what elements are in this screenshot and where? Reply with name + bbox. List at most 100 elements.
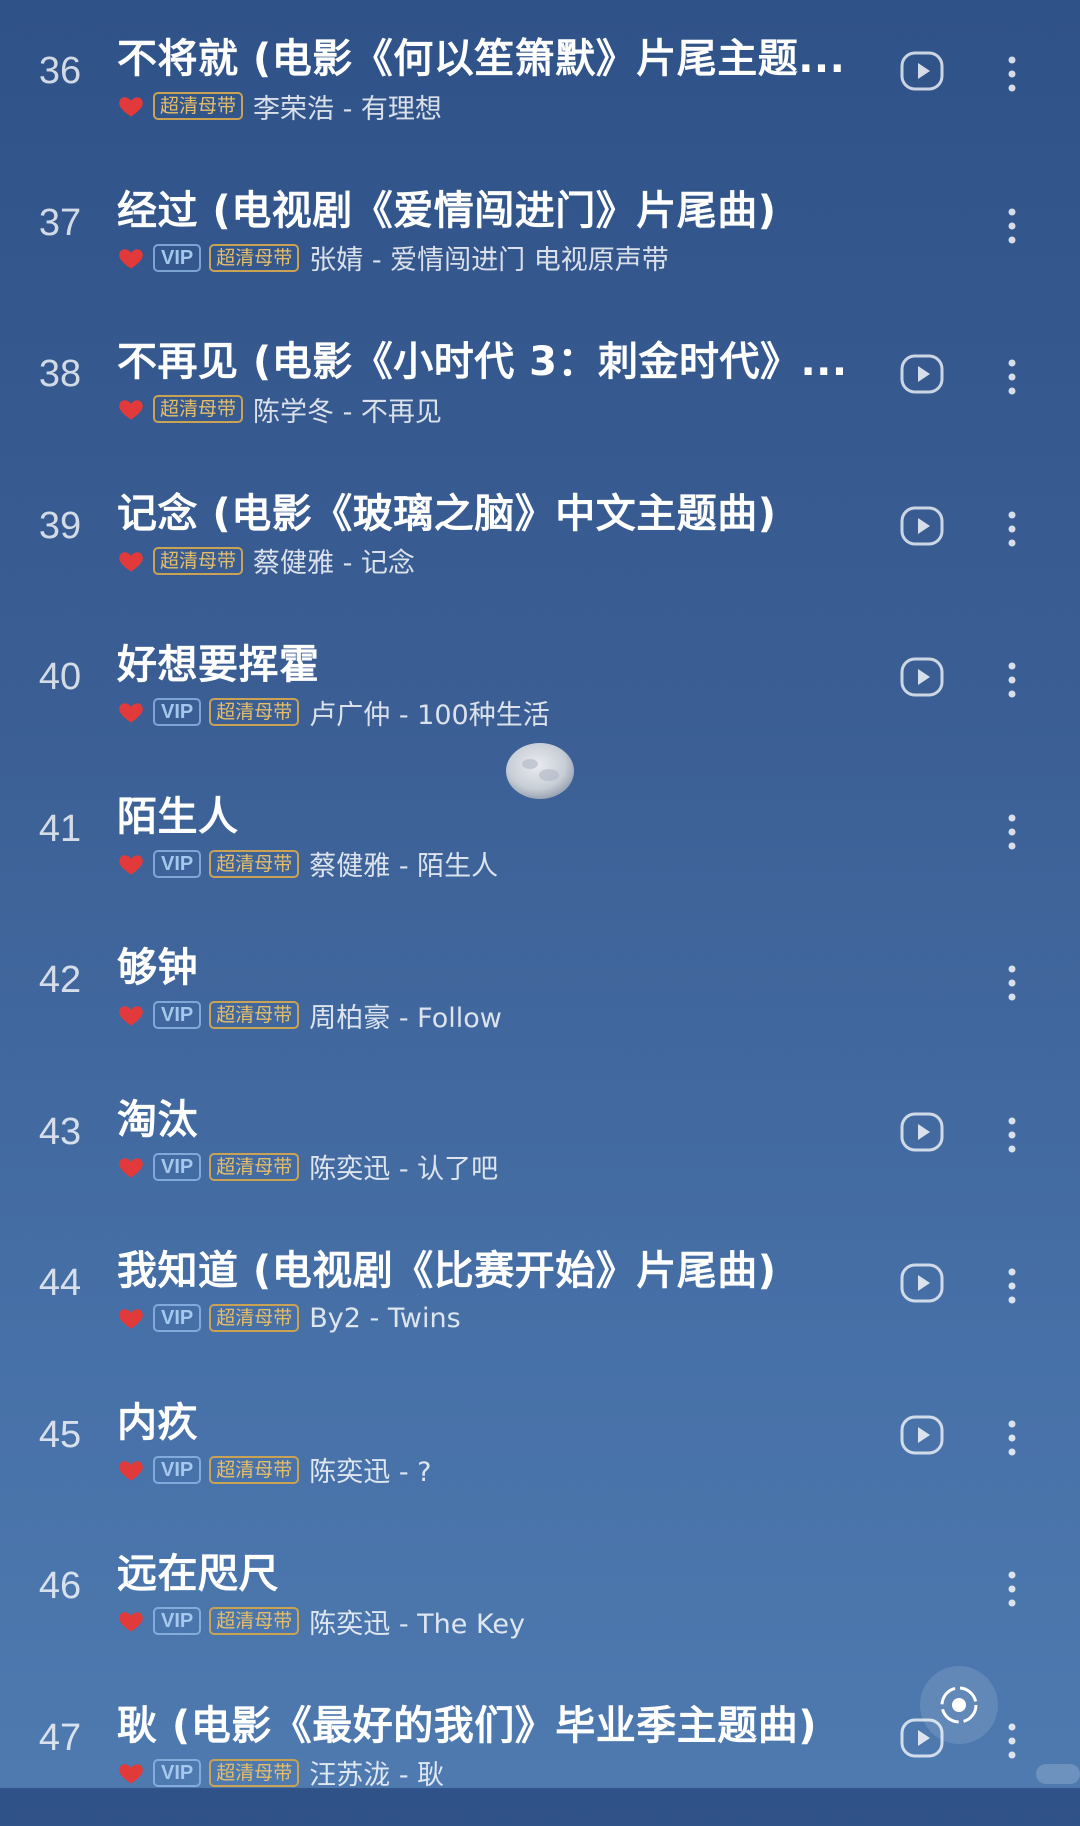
song-row[interactable]: 44 我知道 (电视剧《比赛开始》片尾曲) VIP 超清母带 By2 - Twi… — [0, 1220, 1080, 1371]
song-title: 陌生人 — [117, 793, 239, 840]
song-artist-album: 陈奕迅 - ? — [309, 1457, 432, 1488]
song-artist-album: 李荣浩 - 有理想 — [253, 93, 442, 125]
hq-master-badge: 超清母带 — [209, 1152, 300, 1181]
hq-master-badge: 超清母带 — [153, 92, 244, 120]
song-artist-album: By2 - Twins — [309, 1302, 461, 1334]
more-options-icon[interactable] — [994, 204, 1030, 248]
song-meta: VIP 超清母带 张婧 - 爱情闯进门 电视原声带 — [117, 240, 669, 276]
song-index: 45 — [38, 1413, 82, 1456]
play-icon[interactable] — [900, 1112, 944, 1152]
song-row[interactable]: 36 不将就 (电影《何以笙箫默》片尾主题... 超清母带 李荣浩 - 有理想 — [0, 8, 1080, 159]
corner-badge — [1036, 1764, 1080, 1784]
song-title: 远在咫尺 — [117, 1551, 279, 1597]
song-row[interactable]: 45 内疚 VIP 超清母带 陈奕迅 - ? — [0, 1372, 1080, 1523]
song-meta: 超清母带 蔡健雅 - 记念 — [117, 543, 415, 579]
play-icon[interactable] — [900, 1263, 944, 1303]
heart-icon[interactable] — [117, 1304, 145, 1332]
hq-master-badge: 超清母带 — [209, 1304, 300, 1332]
song-index: 36 — [38, 50, 82, 92]
hq-master-badge: 超清母带 — [209, 1001, 300, 1029]
song-row[interactable]: 43 淘汰 VIP 超清母带 陈奕迅 - 认了吧 — [0, 1069, 1080, 1220]
song-meta: VIP 超清母带 By2 - Twins — [117, 1300, 461, 1336]
locate-icon — [940, 1686, 978, 1724]
song-title: 经过 (电视剧《爱情闯进门》片尾曲) — [117, 187, 777, 234]
song-artist-album: 周柏豪 - Follow — [309, 1002, 502, 1034]
more-options-icon[interactable] — [994, 52, 1030, 96]
floating-assistant-button[interactable] — [920, 1666, 998, 1744]
song-artist-album: 张婧 - 爱情闯进门 电视原声带 — [309, 245, 669, 276]
song-title: 我知道 (电视剧《比赛开始》片尾曲) — [117, 1248, 777, 1294]
heart-icon[interactable] — [117, 1759, 145, 1787]
song-artist-album: 陈奕迅 - 认了吧 — [309, 1154, 499, 1185]
song-meta: 超清母带 李荣浩 - 有理想 — [117, 88, 442, 125]
hq-master-badge: 超清母带 — [209, 1607, 300, 1635]
song-title: 不再见 (电影《小时代 3：刺金时代》... — [117, 339, 848, 385]
hq-master-badge: 超清母带 — [209, 1758, 300, 1787]
play-icon[interactable] — [900, 354, 944, 394]
song-title: 淘汰 — [117, 1096, 198, 1143]
more-options-icon[interactable] — [994, 961, 1030, 1005]
more-options-icon[interactable] — [994, 1719, 1030, 1763]
play-icon[interactable] — [900, 657, 944, 697]
more-options-icon[interactable] — [994, 1567, 1030, 1611]
vip-badge: VIP — [153, 1304, 202, 1332]
song-row[interactable]: 47 耿 (电影《最好的我们》毕业季主题曲) VIP 超清母带 汪苏泷 - 耿 — [0, 1675, 1080, 1826]
song-row[interactable]: 42 够钟 VIP 超清母带 周柏豪 - Follow — [0, 917, 1080, 1068]
play-icon[interactable] — [900, 51, 944, 91]
play-icon[interactable] — [900, 506, 944, 546]
heart-icon[interactable] — [117, 547, 145, 575]
heart-icon[interactable] — [117, 1001, 145, 1029]
more-options-icon[interactable] — [994, 810, 1030, 854]
heart-icon[interactable] — [117, 244, 145, 272]
song-index: 47 — [38, 1716, 82, 1759]
heart-icon[interactable] — [117, 698, 145, 726]
song-artist-album: 汪苏泷 - 耿 — [309, 1760, 445, 1791]
vip-badge: VIP — [153, 1001, 202, 1029]
song-index: 44 — [38, 1262, 82, 1304]
vip-badge: VIP — [153, 1152, 202, 1181]
hq-master-badge: 超清母带 — [153, 395, 244, 423]
more-options-icon[interactable] — [994, 355, 1030, 399]
moon-image — [506, 743, 574, 799]
song-artist-album: 蔡健雅 - 记念 — [253, 548, 415, 579]
heart-icon[interactable] — [117, 850, 145, 878]
play-icon[interactable] — [900, 1415, 944, 1455]
heart-icon[interactable] — [117, 1456, 145, 1484]
song-meta: 超清母带 陈学冬 - 不再见 — [117, 391, 442, 428]
vip-badge: VIP — [153, 849, 202, 878]
song-meta: VIP 超清母带 陈奕迅 - 认了吧 — [117, 1149, 498, 1185]
more-options-icon[interactable] — [994, 1113, 1030, 1157]
heart-icon[interactable] — [117, 1153, 145, 1181]
more-options-icon[interactable] — [994, 1264, 1030, 1308]
song-index: 42 — [38, 959, 82, 1001]
song-artist-album: 陈奕迅 - The Key — [309, 1608, 525, 1640]
hq-master-badge: 超清母带 — [209, 698, 300, 726]
song-row[interactable]: 39 记念 (电影《玻璃之脑》中文主题曲) 超清母带 蔡健雅 - 记念 — [0, 463, 1080, 614]
song-row[interactable]: 38 不再见 (电影《小时代 3：刺金时代》... 超清母带 陈学冬 - 不再见 — [0, 311, 1080, 462]
vip-badge: VIP — [153, 1607, 202, 1635]
vip-badge: VIP — [153, 1758, 202, 1787]
song-title: 够钟 — [117, 945, 198, 991]
song-meta: VIP 超清母带 卢广仲 - 100种生活 — [117, 694, 550, 731]
song-row[interactable]: 37 经过 (电视剧《爱情闯进门》片尾曲) VIP 超清母带 张婧 - 爱情闯进… — [0, 160, 1080, 311]
song-index: 39 — [38, 504, 82, 547]
vip-badge: VIP — [153, 698, 202, 726]
song-title: 记念 (电影《玻璃之脑》中文主题曲) — [117, 490, 777, 537]
song-title: 好想要挥霍 — [117, 642, 320, 688]
more-options-icon[interactable] — [994, 1416, 1030, 1460]
song-meta: VIP 超清母带 周柏豪 - Follow — [117, 997, 502, 1034]
heart-icon[interactable] — [117, 1607, 145, 1635]
song-title: 内疚 — [117, 1399, 198, 1446]
hq-master-badge: 超清母带 — [209, 243, 300, 272]
heart-icon[interactable] — [117, 92, 145, 120]
song-meta: VIP 超清母带 陈奕迅 - ? — [117, 1452, 432, 1488]
heart-icon[interactable] — [117, 395, 145, 423]
song-index: 43 — [38, 1110, 82, 1153]
song-meta: VIP 超清母带 汪苏泷 - 耿 — [117, 1755, 444, 1791]
song-meta: VIP 超清母带 陈奕迅 - The Key — [117, 1603, 525, 1640]
more-options-icon[interactable] — [994, 507, 1030, 551]
hq-master-badge: 超清母带 — [209, 849, 300, 878]
vip-badge: VIP — [153, 243, 202, 272]
more-options-icon[interactable] — [994, 658, 1030, 702]
song-row[interactable]: 46 远在咫尺 VIP 超清母带 陈奕迅 - The Key — [0, 1523, 1080, 1674]
